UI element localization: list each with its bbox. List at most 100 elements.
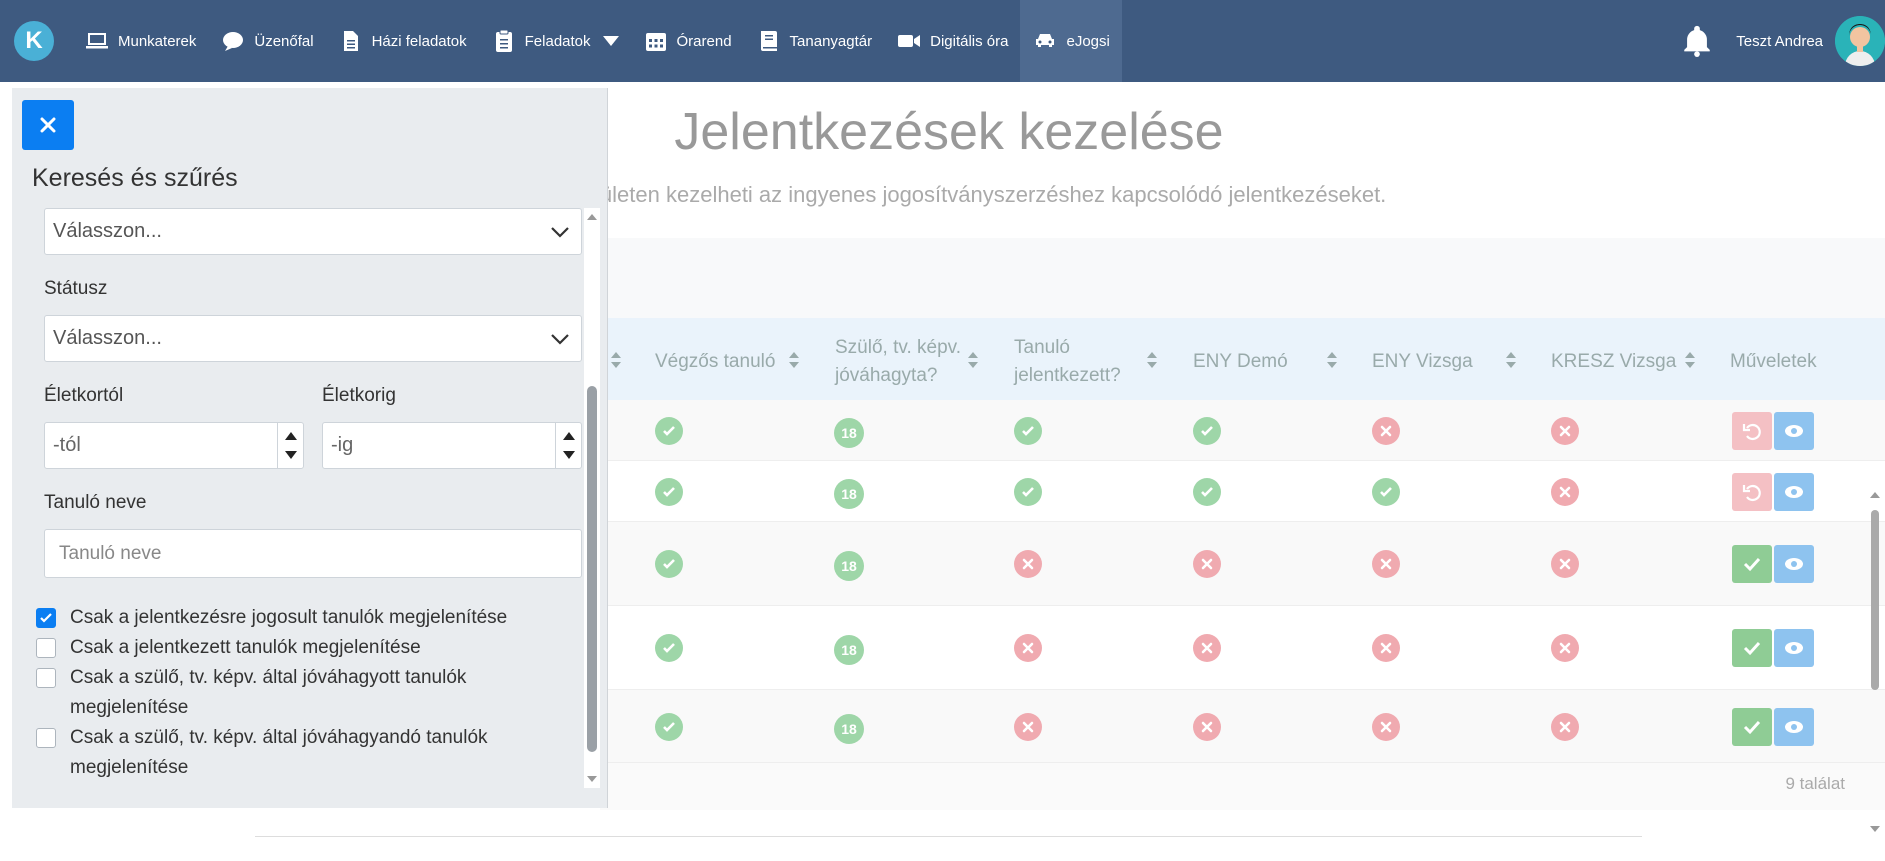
header-label: Szülő, tv. képv. jóváhagyta? <box>835 337 962 386</box>
navbar-right: Teszt Andrea <box>1680 0 1885 82</box>
stepper-up-icon[interactable] <box>285 432 297 440</box>
table-scrollbar[interactable] <box>1869 492 1881 832</box>
view-button[interactable] <box>1774 707 1814 746</box>
filter-panel: Keresés és szűrés Válasszon... Státusz V… <box>12 88 608 808</box>
checkbox-label: Csak a szülő, tv. képv. által jóváhagyan… <box>70 727 488 778</box>
chevron-down-icon <box>551 334 569 345</box>
stepper-down-icon[interactable] <box>285 451 297 459</box>
scroll-thumb[interactable] <box>587 386 597 752</box>
column-header-eny-vizsga[interactable]: ENY Vizsga <box>1372 348 1473 376</box>
stepper-up-icon[interactable] <box>563 432 575 440</box>
close-panel-button[interactable] <box>22 100 74 150</box>
undo-button[interactable] <box>1732 472 1772 511</box>
sort-icon[interactable] <box>1505 350 1517 375</box>
x-circle-icon <box>1372 712 1400 741</box>
sort-icon[interactable] <box>967 350 979 375</box>
first-select[interactable]: Válasszon... <box>44 208 582 255</box>
sort-icon[interactable] <box>610 350 622 375</box>
checkbox-label: Csak a szülő, tv. képv. által jóváhagyot… <box>70 667 467 718</box>
scroll-up-icon[interactable] <box>1870 492 1880 498</box>
age-to-input[interactable]: -ig <box>322 422 582 469</box>
header-label: KRESZ Vizsga <box>1551 351 1677 372</box>
scroll-up-icon[interactable] <box>587 214 597 220</box>
table-body: 18 18 18 18 18 <box>600 400 1885 763</box>
student-name-input[interactable]: Tanuló neve <box>44 529 582 578</box>
panel-scrollbar[interactable] <box>584 208 600 788</box>
x-circle-icon <box>1372 550 1400 578</box>
approve-button[interactable] <box>1732 545 1772 583</box>
number-stepper[interactable] <box>555 423 581 468</box>
sort-icon[interactable] <box>1326 350 1338 375</box>
bell-icon[interactable] <box>1680 23 1716 59</box>
nav-label: Feladatok <box>524 32 591 50</box>
status-label: Státusz <box>44 278 108 299</box>
x-circle-icon <box>1014 634 1042 662</box>
x-circle-icon <box>1014 550 1042 578</box>
approve-button[interactable] <box>1732 707 1772 746</box>
checkbox-label: Csak a jelentkezett tanulók megjelenítés… <box>70 637 421 658</box>
avatar[interactable] <box>1835 16 1885 66</box>
input-placeholder: Tanuló neve <box>59 542 162 564</box>
student-name-label: Tanuló neve <box>44 492 147 513</box>
x-circle-icon <box>1551 550 1579 578</box>
header-label: Műveletek <box>1730 351 1817 372</box>
checkbox[interactable] <box>36 638 56 658</box>
app-logo[interactable]: K <box>14 21 54 61</box>
nav-item-hazi-feladatok[interactable]: Házi feladatok <box>326 0 479 82</box>
scroll-down-icon[interactable] <box>587 776 597 782</box>
approve-button[interactable] <box>1732 629 1772 667</box>
column-header-szulo[interactable]: Szülő, tv. képv. jóváhagyta? <box>835 334 965 390</box>
chevron-down-icon <box>551 227 569 238</box>
nav-item-orarend[interactable]: Órarend <box>631 0 744 82</box>
column-header-eny-demo[interactable]: ENY Demó <box>1193 348 1288 376</box>
scroll-down-icon[interactable] <box>1870 826 1880 832</box>
column-header-vegzos[interactable]: Végzős tanuló <box>655 348 775 376</box>
x-circle-icon <box>1193 550 1221 578</box>
nav-label: Munkaterek <box>118 32 197 50</box>
checkbox-approved[interactable]: Csak a szülő, tv. képv. által jóváhagyot… <box>36 663 496 723</box>
column-header-tanulo[interactable]: Tanuló jelentkezett? <box>1014 334 1124 390</box>
user-name[interactable]: Teszt Andrea <box>1736 33 1823 50</box>
checkbox-eligible[interactable]: Csak a jelentkezésre jogosult tanulók me… <box>36 603 556 633</box>
nav-item-ejogsi[interactable]: eJogsi <box>1020 0 1122 82</box>
sort-icon[interactable] <box>788 350 800 375</box>
view-button[interactable] <box>1774 472 1814 511</box>
x-circle-icon <box>1551 416 1579 445</box>
x-circle-icon <box>1551 712 1579 741</box>
number-stepper[interactable] <box>277 423 303 468</box>
sort-icon[interactable] <box>1684 350 1696 375</box>
nav-label: Órarend <box>676 32 732 50</box>
check-circle-icon <box>655 477 683 506</box>
view-button[interactable] <box>1774 411 1814 450</box>
nav-label: Tananyagtár <box>789 32 873 50</box>
scroll-thumb[interactable] <box>1871 510 1879 690</box>
checkbox[interactable] <box>36 668 56 688</box>
view-button[interactable] <box>1774 545 1814 583</box>
nav-item-tananyagtar[interactable]: Tananyagtár <box>744 0 885 82</box>
checkbox-to-approve[interactable]: Csak a szülő, tv. képv. által jóváhagyan… <box>36 723 496 783</box>
table-row: 18 <box>600 400 1885 461</box>
view-button[interactable] <box>1774 629 1814 667</box>
nav-item-feladatok[interactable]: Feladatok <box>479 0 631 82</box>
book-icon <box>756 28 782 54</box>
table-row: 18 <box>600 606 1885 690</box>
nav-item-uzenofal[interactable]: Üzenőfal <box>208 0 325 82</box>
x-circle-icon <box>1372 634 1400 662</box>
checkbox-registered[interactable]: Csak a jelentkezett tanulók megjelenítés… <box>36 633 556 663</box>
column-header-kresz-vizsga[interactable]: KRESZ Vizsga <box>1551 348 1676 376</box>
age-18-badge: 18 <box>834 417 864 448</box>
x-circle-icon <box>1014 712 1042 741</box>
checkbox[interactable] <box>36 608 56 628</box>
status-select[interactable]: Válasszon... <box>44 315 582 362</box>
checkbox[interactable] <box>36 728 56 748</box>
age-from-input[interactable]: -tól <box>44 422 304 469</box>
age-18-badge: 18 <box>834 713 864 744</box>
x-circle-icon <box>1372 416 1400 445</box>
page-subtitle: n a felületen kezelheti az ingyenes jogo… <box>540 182 1387 207</box>
stepper-down-icon[interactable] <box>563 451 575 459</box>
sort-icon[interactable] <box>1146 350 1158 375</box>
undo-button[interactable] <box>1732 411 1772 450</box>
nav-item-munkaterek[interactable]: Munkaterek <box>72 0 208 82</box>
nav-item-digitalis-ora[interactable]: Digitális óra <box>884 0 1020 82</box>
nav-label: Digitális óra <box>930 32 1009 50</box>
